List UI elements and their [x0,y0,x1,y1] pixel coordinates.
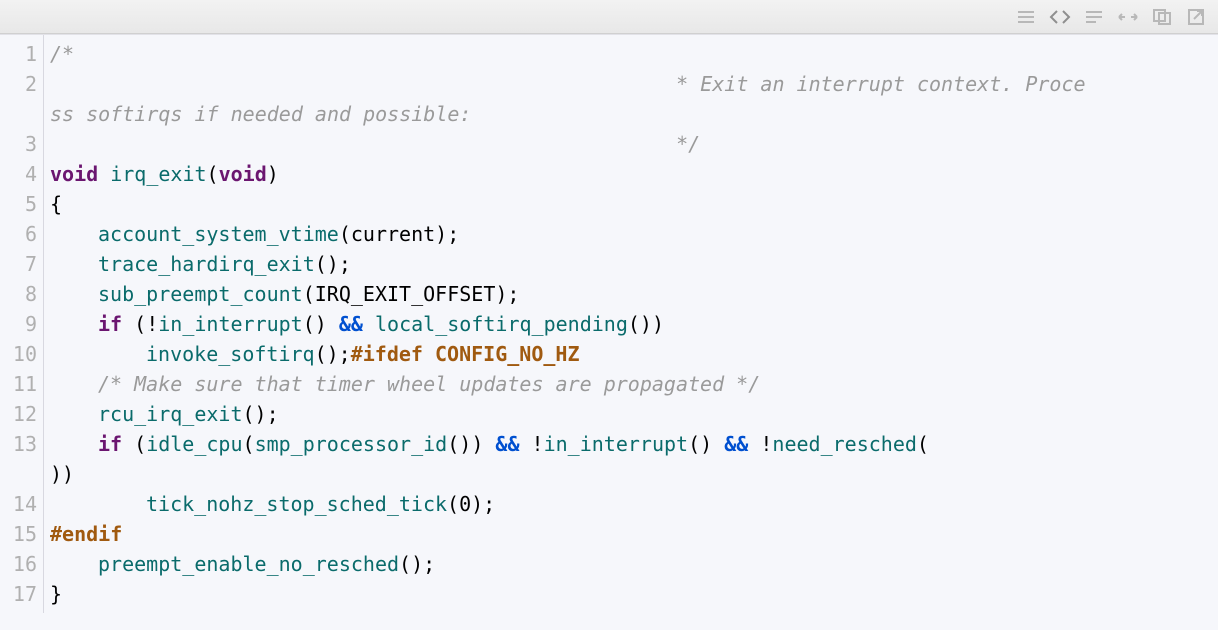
line-number: 1 [10,39,37,69]
line-number-gutter: 12 345678910111213 14151617 [0,35,44,613]
line-number: 15 [10,519,37,549]
code-line: /* [50,39,1210,69]
code-line: tick_nohz_stop_sched_tick(0); [50,489,1210,519]
line-number: 9 [10,309,37,339]
code-line: #endif [50,519,1210,549]
line-number: 6 [10,219,37,249]
code-content[interactable]: /* * Exit an interrupt context. Process … [44,35,1218,613]
copy-icon[interactable] [1148,5,1176,29]
code-line: ss softirqs if needed and possible: [50,99,1210,129]
popout-icon[interactable] [1182,5,1210,29]
line-number: 16 [10,549,37,579]
line-number: 17 [10,579,37,609]
code-line: )) [50,459,1210,489]
line-number: 12 [10,399,37,429]
line-number [10,99,37,129]
line-number [10,459,37,489]
list-icon[interactable] [1080,5,1108,29]
line-number: 10 [10,339,37,369]
code-line: if (idle_cpu(smp_processor_id()) && !in_… [50,429,1210,459]
line-number: 5 [10,189,37,219]
code-line: invoke_softirq();#ifdef CONFIG_NO_HZ [50,339,1210,369]
code-line: account_system_vtime(current); [50,219,1210,249]
line-number: 11 [10,369,37,399]
line-number: 3 [10,129,37,159]
code-line: sub_preempt_count(IRQ_EXIT_OFFSET); [50,279,1210,309]
code-line: /* Make sure that timer wheel updates ar… [50,369,1210,399]
line-number: 8 [10,279,37,309]
code-line: trace_hardirq_exit(); [50,249,1210,279]
code-line: if (!in_interrupt() && local_softirq_pen… [50,309,1210,339]
line-number: 14 [10,489,37,519]
code-editor[interactable]: 12 345678910111213 14151617 /* * Exit an… [0,34,1218,613]
code-line: { [50,189,1210,219]
code-line: */ [50,129,1210,159]
editor-toolbar [0,0,1218,34]
code-line: void irq_exit(void) [50,159,1210,189]
line-number: 7 [10,249,37,279]
code-line: preempt_enable_no_resched(); [50,549,1210,579]
code-line: * Exit an interrupt context. Proce [50,69,1210,99]
menu-icon[interactable] [1012,5,1040,29]
code-line: } [50,579,1210,609]
code-line: rcu_irq_exit(); [50,399,1210,429]
line-number: 2 [10,69,37,99]
line-number: 4 [10,159,37,189]
line-number: 13 [10,429,37,459]
expand-icon[interactable] [1114,5,1142,29]
code-icon[interactable] [1046,5,1074,29]
